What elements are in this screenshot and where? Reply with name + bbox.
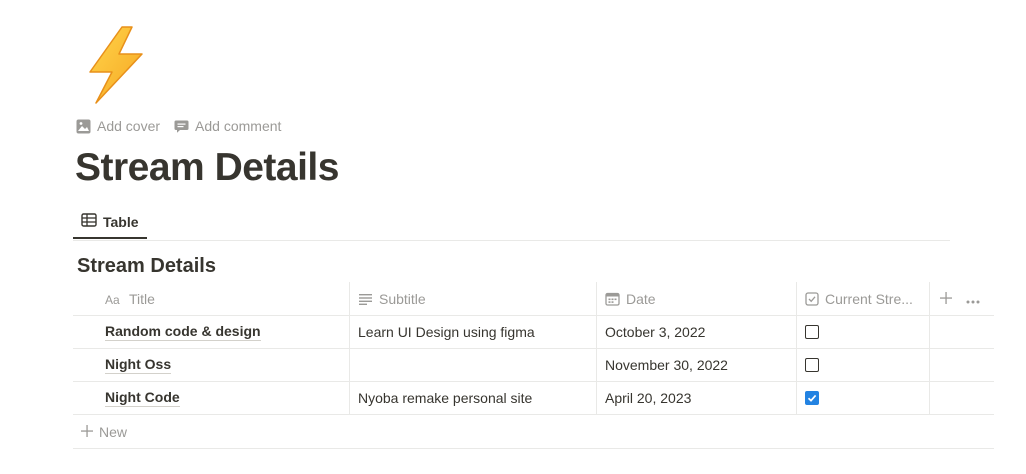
add-cover-label: Add cover [97,118,161,134]
more-options-icon[interactable] [966,291,980,307]
column-header-label: Date [626,290,656,307]
header-actions [930,282,994,315]
row-title[interactable]: Night Code [105,389,180,407]
text-lines-icon [358,293,373,305]
title-cell[interactable]: Night Code [73,382,350,414]
add-cover-button[interactable]: Add cover [76,116,160,136]
column-header-label: Subtitle [379,290,426,307]
tab-table[interactable]: Table [73,206,147,239]
add-comment-button[interactable]: Add comment [174,116,281,136]
database-title[interactable]: Stream Details [77,253,216,279]
current-stream-cell [797,316,930,348]
checkbox-icon [805,291,819,306]
text-aa-icon: Aa [105,293,123,305]
date-cell[interactable]: October 3, 2022 [597,316,797,348]
column-header-subtitle[interactable]: Subtitle [350,282,597,315]
subtitle-cell[interactable] [350,349,597,381]
row-title[interactable]: Random code & design [105,323,261,341]
subtitle-cell[interactable]: Learn UI Design using figma [350,316,597,348]
new-row-button[interactable]: New [73,415,994,448]
current-stream-checkbox[interactable] [805,358,819,372]
column-header-current-stream[interactable]: Current Stre... [797,282,930,315]
current-stream-checkbox[interactable] [805,391,819,405]
add-property-icon[interactable] [940,291,952,307]
table-row[interactable]: Random code & design Learn UI Design usi… [73,316,994,349]
column-header-date[interactable]: Date [597,282,797,315]
table-icon [81,213,97,230]
page-actions: Add cover Add comment [76,116,281,136]
column-header-label: Current Stre... [825,290,913,307]
title-cell[interactable]: Random code & design [73,316,350,348]
column-header-label: Title [129,290,155,307]
page-title[interactable]: Stream Details [75,144,339,192]
row-title[interactable]: Night Oss [105,356,172,374]
empty-cell [930,382,994,414]
table-row[interactable]: Night Code Nyoba remake personal site Ap… [73,382,994,415]
plus-icon [81,424,93,440]
empty-cell [930,349,994,381]
image-icon [76,119,91,134]
table-row[interactable]: Night Oss November 30, 2022 [73,349,994,382]
new-row-wrapper: New [73,415,994,449]
table-header-row: Aa Title Subtitle Date Current Stre... [73,282,994,316]
current-stream-cell [797,349,930,381]
date-cell[interactable]: November 30, 2022 [597,349,797,381]
tab-table-label: Table [103,213,139,230]
view-tabs: Table [73,206,950,241]
title-cell[interactable]: Night Oss [73,349,350,381]
comment-icon [174,119,189,134]
empty-cell [930,316,994,348]
svg-text:Aa: Aa [105,293,120,305]
lightning-bolt-icon[interactable] [84,24,148,106]
add-comment-label: Add comment [195,118,282,134]
calendar-icon [605,292,620,306]
database-table: Aa Title Subtitle Date Current Stre... R… [73,282,994,449]
subtitle-cell[interactable]: Nyoba remake personal site [350,382,597,414]
check-icon [807,394,817,402]
date-cell[interactable]: April 20, 2023 [597,382,797,414]
new-row-label: New [99,423,128,440]
current-stream-checkbox[interactable] [805,325,819,339]
column-header-title[interactable]: Aa Title [73,282,350,315]
current-stream-cell [797,382,930,414]
